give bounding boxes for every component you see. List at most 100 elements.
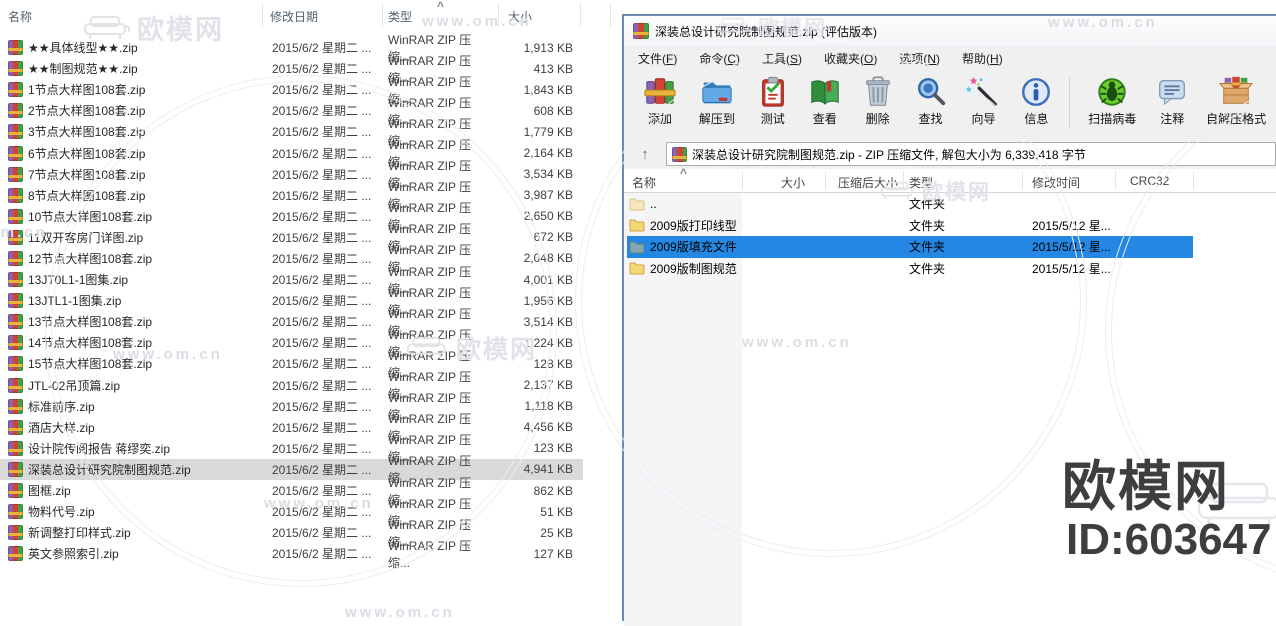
menu-item-s[interactable]: 工具(S) xyxy=(751,47,813,70)
table-row[interactable]: ★★制图规范★★.zip2015/6/2 星期二 ...WinRAR ZIP 压… xyxy=(0,58,620,79)
file-name: 2节点大样图108套.zip xyxy=(28,102,272,119)
menu-item-f[interactable]: 文件(F) xyxy=(627,47,688,70)
table-row[interactable]: 14节点大样图108套.zip2015/6/2 星期二 ...WinRAR ZI… xyxy=(0,332,620,353)
file-name: ★★制图规范★★.zip xyxy=(28,60,272,77)
winrar-zip-file-icon xyxy=(8,124,23,139)
table-row[interactable]: JTL-02吊顶篇.zip2015/6/2 星期二 ...WinRAR ZIP … xyxy=(0,375,620,396)
table-row[interactable]: 标准前序.zip2015/6/2 星期二 ...WinRAR ZIP 压缩...… xyxy=(0,396,620,417)
file-size: 2,164 KB xyxy=(488,146,573,160)
table-row[interactable]: 13节点大样图108套.zip2015/6/2 星期二 ...WinRAR ZI… xyxy=(0,311,620,332)
toolbar-button[interactable]: 信息 xyxy=(1009,75,1063,127)
table-row[interactable]: 设计院传阅报告 蒋缪奕.zip2015/6/2 星期二 ...WinRAR ZI… xyxy=(0,438,620,459)
archive-column-headers: 名称 ^ 大小 压缩后大小 类型 修改时间 CRC32 xyxy=(624,169,1276,193)
table-row[interactable]: 深装总设计研究院制图规范.zip2015/6/2 星期二 ...WinRAR Z… xyxy=(0,459,620,480)
file-name: ★★具体线型★★.zip xyxy=(28,39,272,56)
winrar-address-row: ↑ 深装总设计研究院制图规范.zip - ZIP 压缩文件, 解包大小为 6,3… xyxy=(624,139,1276,169)
table-row[interactable]: ★★具体线型★★.zip2015/6/2 星期二 ...WinRAR ZIP 压… xyxy=(0,37,620,58)
column-header-type[interactable]: 类型 xyxy=(388,8,412,25)
column-header-date[interactable]: 修改日期 xyxy=(270,8,318,25)
table-row[interactable]: 3节点大样图108套.zip2015/6/2 星期二 ...WinRAR ZIP… xyxy=(0,121,620,142)
menu-item-c[interactable]: 命令(C) xyxy=(688,47,751,70)
toolbar-button[interactable]: 自解压格式 xyxy=(1196,75,1276,127)
scan-virus-icon xyxy=(1095,75,1129,109)
table-row[interactable]: 1节点大样图108套.zip2015/6/2 星期二 ...WinRAR ZIP… xyxy=(0,79,620,100)
table-row[interactable]: 2009版制图规范文件夹2015/5/12 星... xyxy=(624,258,1276,280)
up-folder-button[interactable]: ↑ xyxy=(632,142,658,166)
table-row[interactable]: 15节点大样图108套.zip2015/6/2 星期二 ...WinRAR ZI… xyxy=(0,353,620,374)
add-button[interactable]: 添加 xyxy=(634,75,686,127)
toolbar-button[interactable]: 解压到 xyxy=(686,75,748,127)
toolbar-button-label: 测试 xyxy=(761,110,785,127)
file-date: 2015/6/2 星期二 ... xyxy=(272,145,388,162)
column-header-date[interactable]: 修改时间 xyxy=(1032,174,1080,191)
entry-name: .. xyxy=(650,197,742,211)
table-row[interactable]: 物料代号.zip2015/6/2 星期二 ...WinRAR ZIP 压缩...… xyxy=(0,501,620,522)
winrar-zip-file-icon xyxy=(8,462,23,477)
test-icon xyxy=(756,75,790,109)
toolbar-button[interactable]: 注释 xyxy=(1148,75,1196,127)
winrar-zip-file-icon xyxy=(8,103,23,118)
table-row[interactable]: 6节点大样图108套.zip2015/6/2 星期二 ...WinRAR ZIP… xyxy=(0,142,620,163)
column-header-packed[interactable]: 压缩后大小 xyxy=(838,174,898,191)
file-name: 7节点大样图108套.zip xyxy=(28,166,272,183)
table-row[interactable]: 12节点大样图108套.zip2015/6/2 星期二 ...WinRAR ZI… xyxy=(0,248,620,269)
table-row[interactable]: 11双开客房门详图.zip2015/6/2 星期二 ...WinRAR ZIP … xyxy=(0,227,620,248)
column-header-crc32[interactable]: CRC32 xyxy=(1130,174,1169,188)
table-row[interactable]: 13JT0L1-1图集.zip2015/6/2 星期二 ...WinRAR ZI… xyxy=(0,269,620,290)
column-header-size[interactable]: 大小 xyxy=(508,8,532,25)
archive-rows: ..文件夹2009版打印线型文件夹2015/5/12 星...2009版填充文件… xyxy=(624,193,1276,279)
toolbar-button[interactable]: 查找 xyxy=(904,75,958,127)
table-row[interactable]: 英文参照索引.zip2015/6/2 星期二 ...WinRAR ZIP 压缩.… xyxy=(0,543,620,564)
table-row[interactable]: 酒店大样.zip2015/6/2 星期二 ...WinRAR ZIP 压缩...… xyxy=(0,417,620,438)
table-row[interactable]: 2节点大样图108套.zip2015/6/2 星期二 ...WinRAR ZIP… xyxy=(0,100,620,121)
file-name: 酒店大样.zip xyxy=(28,419,272,436)
toolbar-button[interactable]: 向导 xyxy=(958,75,1010,127)
menu-item-n[interactable]: 选项(N) xyxy=(888,47,951,70)
table-row[interactable]: ..文件夹 xyxy=(624,193,1276,215)
file-size: 1,843 KB xyxy=(488,83,573,97)
file-date: 2015/6/2 星期二 ... xyxy=(272,123,388,140)
column-header-type[interactable]: 类型 xyxy=(909,174,933,191)
toolbar-button-label: 向导 xyxy=(971,110,995,127)
file-size: 1,956 KB xyxy=(488,294,573,308)
winrar-titlebar[interactable]: 深装总设计研究院制图规范.zip (评估版本) xyxy=(624,16,1276,46)
table-row[interactable]: 新调整打印样式.zip2015/6/2 星期二 ...WinRAR ZIP 压缩… xyxy=(0,522,620,543)
header-divider xyxy=(262,3,263,27)
toolbar-button-label: 注释 xyxy=(1160,110,1184,127)
toolbar-button[interactable]: 测试 xyxy=(748,75,798,127)
menu-item-h[interactable]: 帮助(H) xyxy=(951,47,1014,70)
info-icon xyxy=(1019,75,1053,109)
toolbar-button[interactable]: 删除 xyxy=(852,75,904,127)
file-size: 862 KB xyxy=(488,484,573,498)
file-date: 2015/6/2 星期二 ... xyxy=(272,334,388,351)
entry-name: 2009版打印线型 xyxy=(650,217,742,234)
file-size: 4,941 KB xyxy=(488,462,573,476)
file-name: 标准前序.zip xyxy=(28,398,272,415)
winrar-menubar: 文件(F)命令(C)工具(S)收藏夹(O)选项(N)帮助(H) xyxy=(624,46,1276,71)
table-row[interactable]: 7节点大样图108套.zip2015/6/2 星期二 ...WinRAR ZIP… xyxy=(0,164,620,185)
column-header-name[interactable]: 名称 xyxy=(8,8,32,25)
archive-address-bar[interactable]: 深装总设计研究院制图规范.zip - ZIP 压缩文件, 解包大小为 6,339… xyxy=(666,142,1276,166)
view-icon xyxy=(808,75,842,109)
table-row[interactable]: 图框.zip2015/6/2 星期二 ...WinRAR ZIP 压缩...86… xyxy=(0,480,620,501)
entry-name: 2009版填充文件 xyxy=(650,238,742,255)
menu-item-o[interactable]: 收藏夹(O) xyxy=(813,47,888,70)
table-row[interactable]: 2009版打印线型文件夹2015/5/12 星... xyxy=(624,215,1276,237)
column-header-size[interactable]: 大小 xyxy=(781,174,805,191)
table-row[interactable]: 10节点大样图108套.zip2015/6/2 星期二 ...WinRAR ZI… xyxy=(0,206,620,227)
table-row[interactable]: 13JTL1-1图集.zip2015/6/2 星期二 ...WinRAR ZIP… xyxy=(0,290,620,311)
table-row[interactable]: 8节点大样图108套.zip2015/6/2 星期二 ...WinRAR ZIP… xyxy=(0,185,620,206)
toolbar-button[interactable]: 查看 xyxy=(798,75,852,127)
winrar-zip-file-icon xyxy=(8,146,23,161)
winrar-zip-file-icon xyxy=(8,441,23,456)
table-row[interactable]: 2009版填充文件文件夹2015/5/12 星... xyxy=(624,236,1276,258)
comment-icon xyxy=(1155,75,1189,109)
toolbar-button[interactable]: 扫描病毒 xyxy=(1076,75,1148,127)
file-name: 3节点大样图108套.zip xyxy=(28,123,272,140)
column-header-name[interactable]: 名称 xyxy=(632,174,656,191)
file-date: 2015/6/2 星期二 ... xyxy=(272,313,388,330)
delete-icon xyxy=(861,75,895,109)
header-divider xyxy=(825,171,826,190)
file-size: 672 KB xyxy=(488,230,573,244)
header-divider xyxy=(1193,171,1194,190)
